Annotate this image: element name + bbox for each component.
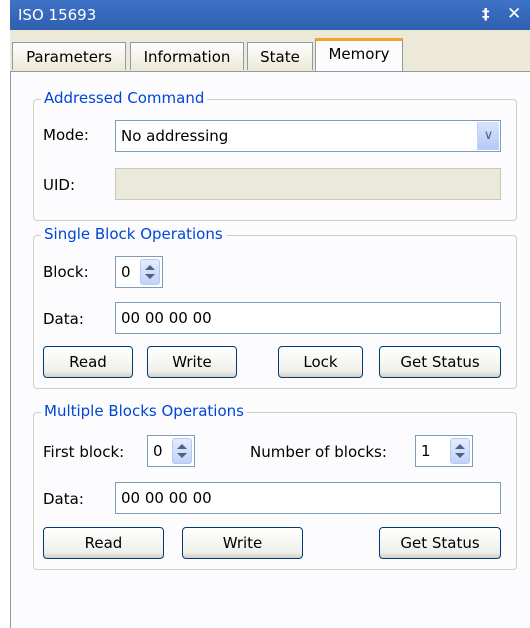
lock-button[interactable]: Lock — [278, 346, 363, 378]
data-value: 00 00 00 00 — [121, 309, 212, 327]
arrow-up-icon[interactable] — [455, 444, 465, 449]
iso15693-panel: ISO 15693 ‡ ✕ Parameters Information Sta… — [0, 0, 530, 628]
spinner-buttons[interactable] — [450, 438, 470, 464]
block-value: 0 — [121, 263, 131, 281]
mode-select[interactable]: No addressing ∨ — [115, 120, 501, 152]
spinner-buttons[interactable] — [140, 259, 160, 285]
close-icon[interactable]: ✕ — [507, 4, 521, 24]
tab-label: State — [260, 48, 300, 66]
panel-title: ISO 15693 — [18, 6, 97, 24]
group-legend: Single Block Operations — [41, 225, 226, 243]
arrow-down-icon[interactable] — [455, 453, 465, 458]
addressed-command-group: Addressed Command Mode: No addressing ∨ … — [33, 89, 517, 221]
single-read-button[interactable]: Read — [43, 346, 133, 378]
tab-label: Parameters — [26, 48, 112, 66]
first-block-spinner[interactable]: 0 — [147, 435, 195, 467]
first-block-value: 0 — [153, 442, 163, 460]
arrow-up-icon[interactable] — [177, 444, 187, 449]
arrow-up-icon[interactable] — [145, 265, 155, 270]
single-data-input[interactable]: 00 00 00 00 — [115, 302, 501, 334]
tab-label: Memory — [328, 45, 390, 63]
arrow-down-icon[interactable] — [177, 453, 187, 458]
tab-parameters[interactable]: Parameters — [12, 42, 126, 70]
spinner-buttons[interactable] — [172, 438, 192, 464]
number-of-blocks-spinner[interactable]: 1 — [415, 435, 473, 467]
data-value: 00 00 00 00 — [121, 489, 212, 507]
group-legend: Multiple Blocks Operations — [41, 402, 247, 420]
uid-label: UID: — [43, 176, 76, 194]
block-spinner[interactable]: 0 — [115, 256, 163, 288]
data-label: Data: — [43, 490, 84, 508]
single-get-status-button[interactable]: Get Status — [379, 346, 501, 378]
multiple-get-status-button[interactable]: Get Status — [379, 527, 501, 559]
multiple-blocks-group: Multiple Blocks Operations First block: … — [33, 402, 517, 570]
data-label: Data: — [43, 310, 84, 328]
button-label: Read — [69, 353, 107, 371]
tab-label: Information — [143, 48, 231, 66]
pin-icon[interactable]: ‡ — [482, 5, 490, 23]
tab-information[interactable]: Information — [130, 42, 244, 70]
button-label: Get Status — [400, 534, 480, 552]
block-label: Block: — [43, 263, 89, 281]
button-label: Write — [172, 353, 212, 371]
chevron-down-icon[interactable]: ∨ — [477, 122, 499, 150]
multiple-data-input[interactable]: 00 00 00 00 — [115, 482, 501, 514]
multiple-read-button[interactable]: Read — [43, 527, 164, 559]
number-of-blocks-value: 1 — [421, 442, 431, 460]
first-block-label: First block: — [43, 443, 125, 461]
arrow-down-icon[interactable] — [145, 274, 155, 279]
button-label: Lock — [303, 353, 338, 371]
tab-strip: Parameters Information State Memory — [10, 30, 530, 72]
multiple-write-button[interactable]: Write — [182, 527, 303, 559]
button-label: Write — [222, 534, 263, 552]
single-write-button[interactable]: Write — [147, 346, 237, 378]
number-of-blocks-label: Number of blocks: — [250, 443, 387, 461]
button-label: Get Status — [400, 353, 480, 371]
single-block-group: Single Block Operations Block: 0 Data: 0… — [33, 225, 517, 389]
tab-memory[interactable]: Memory — [315, 38, 403, 72]
mode-label: Mode: — [43, 126, 89, 144]
button-label: Read — [84, 534, 123, 552]
tab-state[interactable]: State — [247, 42, 313, 70]
panel-title-bar[interactable]: ISO 15693 ‡ ✕ — [10, 0, 530, 30]
mode-value: No addressing — [121, 127, 229, 145]
group-legend: Addressed Command — [41, 89, 208, 107]
uid-field[interactable] — [115, 168, 501, 200]
memory-tab-content: Addressed Command Mode: No addressing ∨ … — [10, 71, 530, 628]
